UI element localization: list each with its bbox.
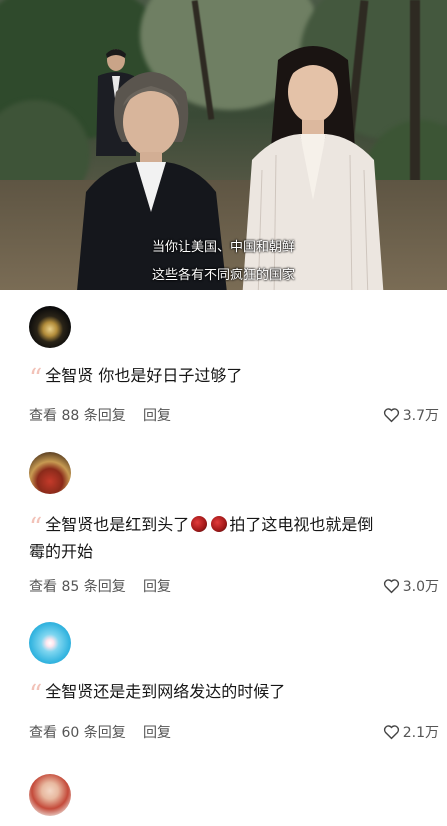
comment-body: 霉的开始 (29, 542, 94, 561)
fire-heart-emoji (191, 516, 208, 532)
comment-item: “全智贤也是红到头了 拍了这电视也就是倒霉的开始 查看 85 条回复 回复 3.0… (0, 440, 447, 616)
comment-item (0, 766, 447, 826)
comment-body: 全智贤 你也是好日子过够了 (45, 366, 243, 385)
heart-outline-icon (383, 725, 399, 740)
view-replies-link[interactable]: 查看 60 条回复 (29, 722, 126, 742)
view-replies-link[interactable]: 查看 85 条回复 (29, 576, 126, 596)
reply-button[interactable]: 回复 (143, 405, 171, 425)
quote-icon: “ (29, 513, 42, 543)
like-button[interactable]: 3.0万 (383, 576, 439, 596)
comment-body: 全智贤也是红到头了 (45, 515, 190, 534)
quote-icon: “ (29, 680, 42, 710)
comment-text: “全智贤也是红到头了 拍了这电视也就是倒霉的开始 (29, 511, 439, 565)
comment-body: 全智贤还是走到网络发达的时候了 (45, 682, 286, 701)
woman-dark-suit (77, 72, 227, 290)
comment-meta: 查看 88 条回复 回复 3.7万 (29, 405, 439, 425)
subtitle-line-1: 当你让美国、中国和朝鲜 (151, 240, 295, 255)
like-button[interactable]: 2.1万 (383, 722, 439, 742)
avatar[interactable] (29, 452, 71, 494)
comment-item: “全智贤还是走到网络发达的时候了 查看 60 条回复 回复 2.1万 (0, 616, 447, 766)
avatar[interactable] (29, 306, 71, 348)
reply-button[interactable]: 回复 (143, 576, 171, 596)
like-count: 3.0万 (402, 579, 439, 595)
fire-heart-emoji (211, 516, 228, 532)
avatar[interactable] (29, 622, 71, 664)
heart-outline-icon (383, 408, 399, 423)
comment-text: “全智贤 你也是好日子过够了 (29, 362, 439, 394)
video-frame[interactable]: 当你让美国、中国和朝鲜 这些各有不同疯狂的国家 (0, 0, 447, 290)
view-replies-link[interactable]: 查看 88 条回复 (29, 405, 126, 425)
like-count: 3.7万 (402, 408, 439, 424)
comment-body: 拍了这电视也就是倒 (229, 515, 374, 534)
subtitle-line-2: 这些各有不同疯狂的国家 (151, 268, 295, 283)
like-count: 2.1万 (402, 725, 439, 741)
comment-meta: 查看 60 条回复 回复 2.1万 (29, 722, 439, 742)
reply-button[interactable]: 回复 (143, 722, 171, 742)
comment-item: “全智贤 你也是好日子过够了 查看 88 条回复 回复 3.7万 (0, 290, 447, 440)
comment-text: “全智贤还是走到网络发达的时候了 (29, 678, 439, 710)
quote-icon: “ (29, 364, 42, 394)
comment-meta: 查看 85 条回复 回复 3.0万 (29, 576, 439, 596)
heart-outline-icon (383, 579, 399, 594)
like-button[interactable]: 3.7万 (383, 405, 439, 425)
avatar[interactable] (29, 774, 71, 816)
